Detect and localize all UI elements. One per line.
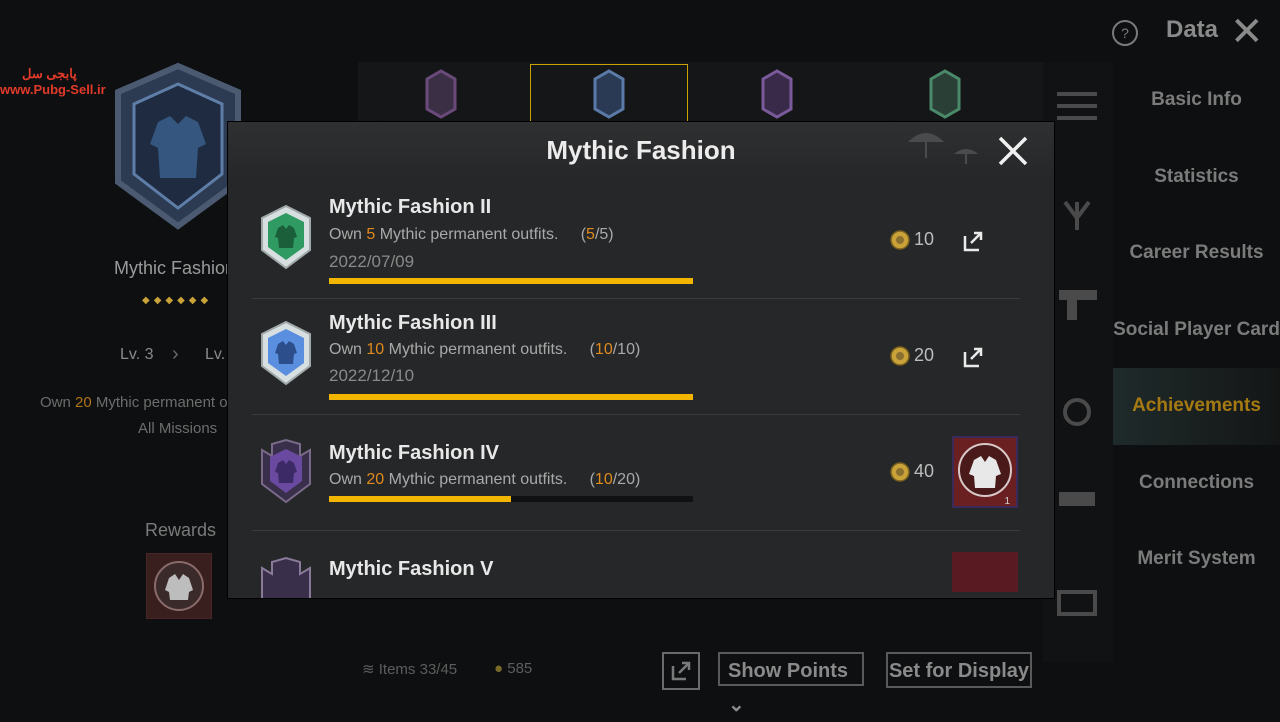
- achievement-points-icon: [890, 462, 910, 482]
- trident-icon: [1063, 200, 1091, 230]
- sidebar-item-connections[interactable]: Connections: [1113, 445, 1280, 522]
- share-icon: [671, 661, 691, 681]
- bg-items-counter: ≋ Items 33/45: [362, 661, 458, 678]
- mythic-fashion-v-badge-icon: [261, 556, 311, 598]
- bg-star-rating: ◆◆◆◆◆◆: [142, 295, 213, 306]
- achievement-points-icon: [890, 346, 910, 366]
- bg-level-from: Lv. 3: [120, 346, 154, 363]
- modal-title: Mythic Fashion: [546, 135, 736, 165]
- share-icon[interactable]: [960, 228, 986, 254]
- watermark-url: www.Pubg-Sell.ir: [0, 82, 106, 97]
- achievement-title: Mythic Fashion III: [329, 312, 497, 334]
- achievement-row: Mythic Fashion V: [252, 530, 1020, 598]
- jacket-icon: [154, 561, 204, 611]
- achievement-row: Mythic Fashion II Own 5 Mythic permanent…: [252, 180, 1020, 299]
- bg-card-3[interactable]: [698, 64, 856, 124]
- mythic-fashion-ii-badge-icon: [261, 204, 311, 270]
- watermark-persian: پابجی سل: [22, 66, 77, 81]
- achievement-points: 20: [914, 345, 935, 365]
- progress-bar-fill: [329, 394, 693, 400]
- set-for-display-button[interactable]: Set for Display: [886, 652, 1032, 688]
- shield-icon: [593, 69, 625, 119]
- question-circle-icon[interactable]: ?: [1112, 20, 1138, 46]
- reward-item-count: 1: [1004, 496, 1010, 506]
- sidebar-item-merit-system[interactable]: Merit System: [1113, 521, 1280, 598]
- reward-item-thumbnail[interactable]: 1: [952, 436, 1018, 508]
- progress-bar: [329, 278, 693, 284]
- bg-all-missions: All Missions: [138, 420, 218, 437]
- pistol-icon: [1059, 290, 1097, 320]
- show-points-dropdown[interactable]: Show Points ⌄: [718, 652, 864, 716]
- bg-own-text: Own 20 Mythic permanent ou: [40, 394, 236, 411]
- progress-bar: [329, 394, 693, 400]
- mythic-fashion-iii-badge-icon: [261, 320, 311, 386]
- achievement-row: Mythic Fashion IV Own 20 Mythic permanen…: [252, 414, 1020, 531]
- bg-card-1[interactable]: [362, 64, 520, 124]
- bg-rewards-label: Rewards: [145, 520, 217, 540]
- achievement-date: 2022/07/09: [329, 252, 415, 271]
- mythic-fashion-modal: Mythic Fashion Mythic Fashion II Own 5 M…: [228, 122, 1054, 598]
- bg-card-2-selected[interactable]: [530, 64, 688, 124]
- sidebar-item-career-results[interactable]: Career Results: [1113, 215, 1280, 292]
- sidebar-item-statistics[interactable]: Statistics: [1113, 139, 1280, 216]
- achievement-date: 2022/12/10: [329, 366, 415, 385]
- coin-icon: ●: [494, 660, 508, 677]
- achievement-title: Mythic Fashion V: [329, 558, 494, 580]
- sidebar-item-social-player-card[interactable]: Social Player Card: [1113, 292, 1280, 369]
- achievement-points: 40: [914, 461, 935, 481]
- shield-icon: [425, 69, 457, 119]
- chevron-down-icon: ⌄: [728, 694, 745, 716]
- progress-bar-fill: [329, 496, 511, 502]
- bg-card-4[interactable]: [866, 64, 1024, 124]
- close-icon[interactable]: ✕: [1230, 12, 1264, 52]
- share-icon[interactable]: [960, 344, 986, 370]
- chevron-right-icon: ›: [172, 343, 179, 365]
- menu-icon: [1057, 92, 1097, 120]
- sidebar-item-basic-info[interactable]: Basic Info: [1113, 62, 1280, 139]
- ticket-icon: [1057, 590, 1097, 616]
- mythic-fashion-iv-badge-icon: [261, 438, 311, 504]
- modal-header: Mythic Fashion: [228, 122, 1054, 180]
- achievement-description: Own 5 Mythic permanent outfits. (5/5): [329, 226, 614, 243]
- medal-icon: [1063, 398, 1091, 426]
- topbar-data-label: Data: [1166, 16, 1219, 43]
- reward-item-thumbnail[interactable]: [952, 552, 1018, 592]
- share-button[interactable]: [662, 652, 700, 690]
- shield-icon: [929, 69, 961, 119]
- achievement-points-icon: [890, 230, 910, 250]
- bg-points-counter: ● 585: [494, 660, 533, 677]
- jacket-icon: 1: [958, 443, 1012, 507]
- progress-bar-fill: [329, 278, 693, 284]
- muscle-icon: [1059, 492, 1095, 506]
- achievement-points: 10: [914, 229, 935, 249]
- bg-level-to: Lv.: [205, 346, 226, 363]
- items-icon: ≋: [362, 661, 379, 678]
- achievement-title: Mythic Fashion II: [329, 196, 492, 218]
- sidebar-item-achievements[interactable]: Achievements: [1113, 368, 1280, 445]
- shield-icon: [761, 69, 793, 119]
- achievement-description: Own 20 Mythic permanent outfits. (10/20): [329, 471, 641, 488]
- close-icon[interactable]: [994, 132, 1032, 170]
- achievement-row: Mythic Fashion III Own 10 Mythic permane…: [252, 298, 1020, 415]
- achievement-description: Own 10 Mythic permanent outfits. (10/10): [329, 341, 641, 358]
- bg-badge-title: Mythic Fashion: [114, 258, 236, 278]
- progress-bar: [329, 496, 693, 502]
- sidebar-nav: Basic Info Statistics Career Results Soc…: [1113, 62, 1280, 598]
- bg-reward-item[interactable]: [146, 553, 212, 619]
- mythic-fashion-badge-large: [115, 62, 241, 230]
- achievement-list[interactable]: Mythic Fashion II Own 5 Mythic permanent…: [228, 180, 1054, 598]
- achievement-title: Mythic Fashion IV: [329, 442, 500, 464]
